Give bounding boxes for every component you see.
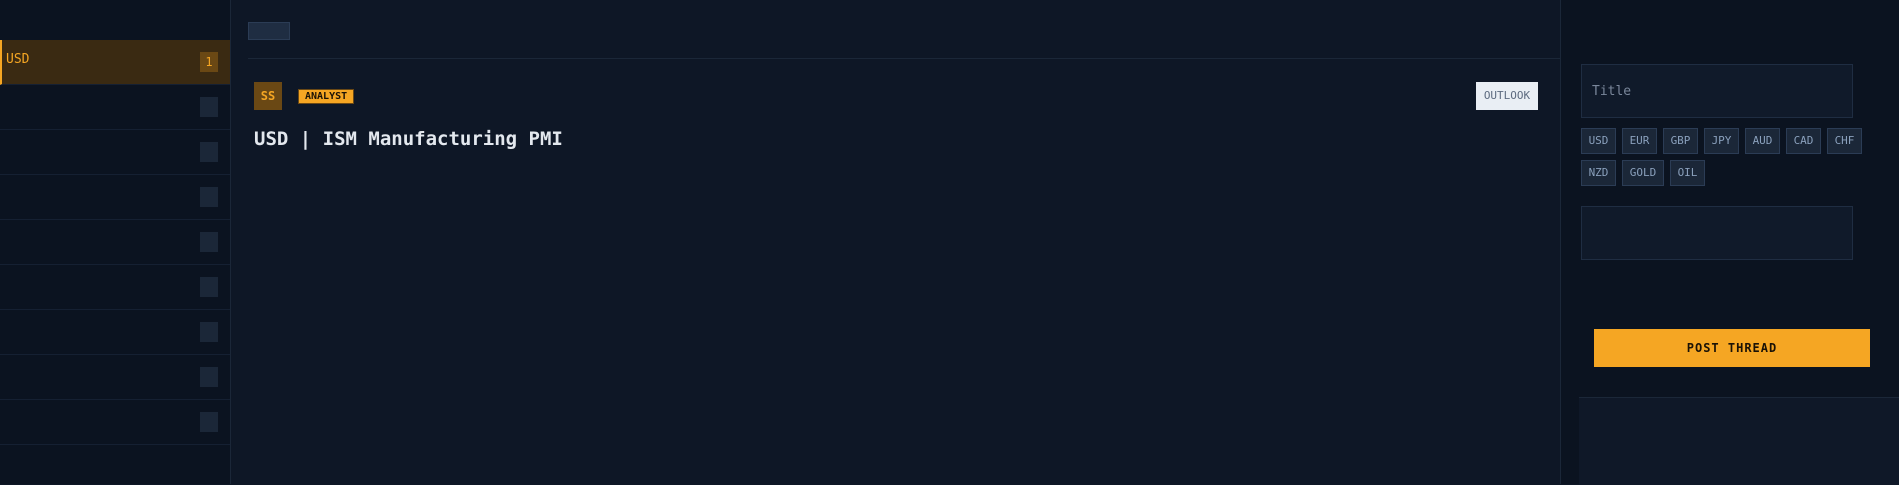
asset-item[interactable] [0,400,230,445]
chip-aud[interactable]: AUD [1745,128,1780,154]
chip-chf[interactable]: CHF [1827,128,1862,154]
tab-secondary[interactable] [290,22,332,40]
asset-count [200,232,218,252]
asset-item[interactable] [0,310,230,355]
asset-item-usd[interactable]: USD 1 [0,40,230,85]
asset-item[interactable] [0,85,230,130]
sidebar-header [0,0,230,40]
chip-oil[interactable]: OIL [1670,160,1705,186]
role-badge: ANALYST [298,88,355,104]
asset-item[interactable] [0,220,230,265]
thread-panel: SS ANALYST OUTLOOK USD | ISM Manufacturi… [230,0,1560,484]
thread-title-input[interactable] [1581,64,1853,118]
asset-item[interactable] [0,265,230,310]
chip-gold[interactable]: GOLD [1622,160,1664,186]
post-meta: SS ANALYST [254,82,362,110]
asset-count: 1 [200,52,218,72]
asset-count [200,142,218,162]
tab-bar [248,14,332,48]
chip-usd[interactable]: USD [1581,128,1616,154]
chip-eur[interactable]: EUR [1622,128,1657,154]
post-title: USD | ISM Manufacturing PMI [254,128,563,150]
asset-count [200,322,218,342]
asset-label: USD [6,52,30,67]
asset-item[interactable] [0,175,230,220]
right-sidebar: USD EUR GBP JPY AUD CAD CHF NZD GOLD OIL [1560,0,1899,485]
outlook-button[interactable]: OUTLOOK [1476,82,1538,110]
avatar: SS [254,82,282,110]
tab-active[interactable] [248,22,290,40]
asset-item[interactable] [0,130,230,175]
asset-count [200,367,218,387]
tab-divider [248,58,1560,59]
post-thread-button[interactable]: POST THREAD [1594,329,1870,367]
asset-count [200,187,218,207]
asset-item[interactable] [0,355,230,400]
chip-gbp[interactable]: GBP [1663,128,1698,154]
left-sidebar: USD 1 [0,0,231,484]
chip-jpy[interactable]: JPY [1704,128,1739,154]
asset-count [200,412,218,432]
asset-count [200,277,218,297]
asset-count [200,97,218,117]
chip-cad[interactable]: CAD [1786,128,1821,154]
chip-nzd[interactable]: NZD [1581,160,1616,186]
asset-chip-group: USD EUR GBP JPY AUD CAD CHF NZD GOLD OIL [1581,128,1871,186]
thread-body-input[interactable] [1581,206,1853,260]
asset-list: USD 1 [0,40,230,445]
stats-panel [1579,397,1899,485]
